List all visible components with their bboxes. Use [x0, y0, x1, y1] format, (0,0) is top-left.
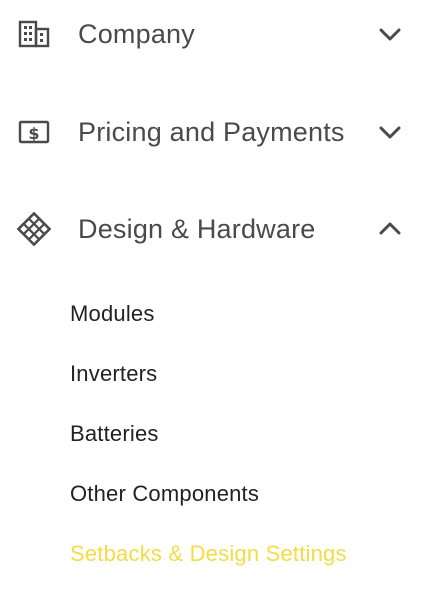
menu-section-label: Company [78, 18, 195, 49]
submenu-item-setbacks-and-design-settings[interactable]: Setbacks & Design Settings [70, 541, 347, 567]
grid-diamond-icon [16, 211, 52, 247]
money-icon: $ [16, 114, 52, 150]
menu-section-design-and-hardware[interactable]: Design & Hardware [0, 201, 424, 257]
submenu-item-other-components[interactable]: Other Components [70, 481, 259, 507]
submenu-item-batteries[interactable]: Batteries [70, 421, 159, 447]
menu-section-label: Pricing and Payments [78, 116, 345, 147]
submenu-item-inverters[interactable]: Inverters [70, 361, 157, 387]
chevron-up-icon[interactable] [374, 213, 406, 245]
submenu-item-modules[interactable]: Modules [70, 301, 155, 327]
chevron-down-icon[interactable] [374, 116, 406, 148]
menu-section-label: Design & Hardware [78, 213, 316, 244]
chevron-down-icon[interactable] [374, 18, 406, 50]
menu-section-pricing-and-payments[interactable]: $ Pricing and Payments [0, 104, 424, 160]
menu-section-company[interactable]: Company [0, 6, 424, 62]
building-icon [16, 16, 52, 52]
svg-text:$: $ [28, 124, 39, 143]
